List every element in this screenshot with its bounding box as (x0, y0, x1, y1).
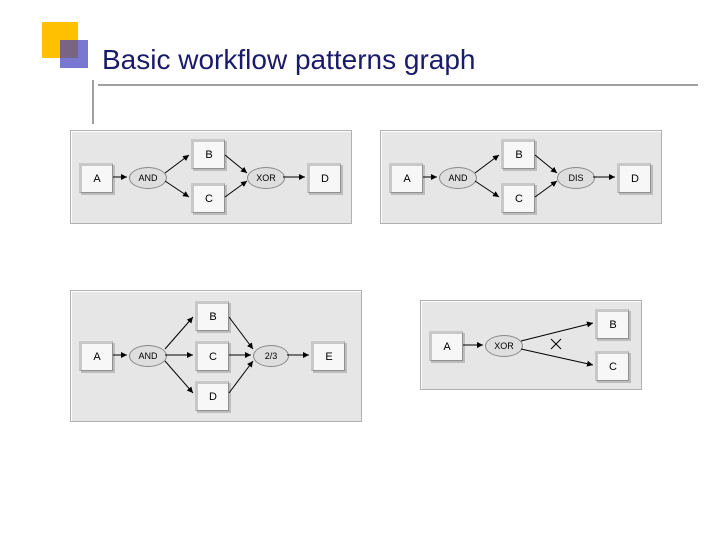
gate-xor: XOR (485, 335, 523, 357)
node-C: C (595, 351, 629, 381)
gate-dis: DIS (557, 167, 595, 189)
node-A: A (79, 163, 113, 193)
diagram-panel-3: A AND B C D 2/3 E (70, 290, 362, 422)
node-A: A (389, 163, 423, 193)
node-B: B (195, 301, 229, 331)
gate-xor: XOR (247, 167, 285, 189)
node-B: B (191, 139, 225, 169)
node-A: A (429, 331, 463, 361)
decoration-vline (92, 80, 94, 124)
node-C: C (195, 341, 229, 371)
node-B: B (501, 139, 535, 169)
node-B: B (595, 309, 629, 339)
gate-2of3: 2/3 (253, 345, 289, 367)
diagram-panel-2: A AND B C DIS D (380, 130, 662, 224)
gate-and: AND (129, 167, 167, 189)
node-D: D (195, 381, 229, 411)
gate-and: AND (439, 167, 477, 189)
node-C: C (191, 183, 225, 213)
decoration-hline (98, 84, 698, 86)
diagram-panel-4: A XOR B C (420, 300, 642, 390)
node-D: D (307, 163, 341, 193)
diagram-panel-1: A AND B C XOR D (70, 130, 352, 224)
node-D: D (617, 163, 651, 193)
decoration-square-blue (60, 40, 88, 68)
gate-and: AND (129, 345, 167, 367)
node-E: E (311, 341, 345, 371)
node-A: A (79, 341, 113, 371)
slide: Basic workflow patterns graph A AND B C … (0, 0, 720, 540)
node-C: C (501, 183, 535, 213)
page-title: Basic workflow patterns graph (102, 44, 476, 76)
